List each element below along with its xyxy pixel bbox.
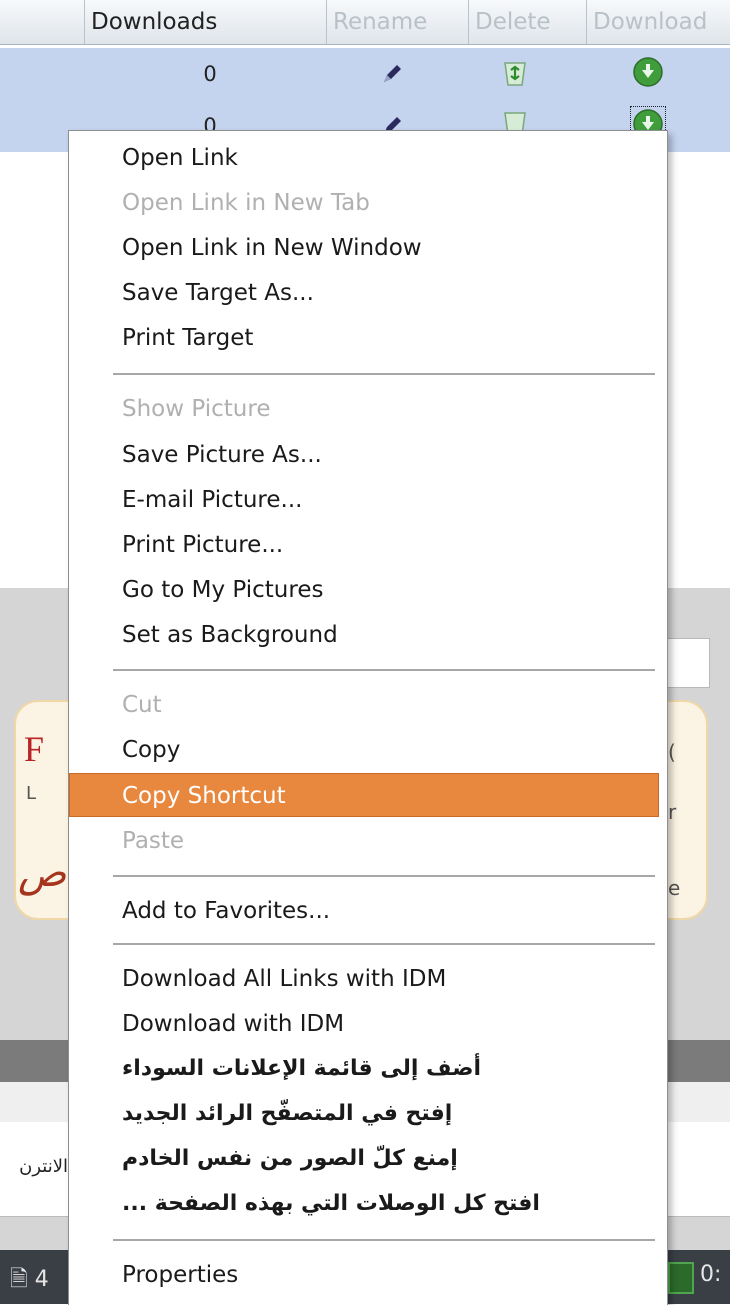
arabic-partial-label: الانترن bbox=[19, 1156, 68, 1177]
menu-item-open-link[interactable]: Open Link bbox=[70, 136, 664, 180]
menu-item-open-link-new-window[interactable]: Open Link in New Window bbox=[70, 226, 664, 270]
context-menu: Open Link Open Link in New Tab Open Link… bbox=[68, 130, 668, 1305]
menu-item-go-to-my-pictures[interactable]: Go to My Pictures bbox=[70, 568, 664, 612]
menu-item-properties[interactable]: Properties bbox=[70, 1253, 664, 1297]
menu-item-cut: Cut bbox=[122, 692, 162, 718]
menu-item-show-picture: Show Picture bbox=[122, 396, 271, 422]
pencil-icon[interactable] bbox=[380, 62, 404, 90]
menu-item-email-picture[interactable]: E-mail Picture... bbox=[70, 478, 664, 522]
menu-item-add-to-favorites[interactable]: Add to Favorites... bbox=[70, 889, 664, 933]
recycle-bin-icon[interactable] bbox=[500, 58, 530, 92]
downloads-table-header: Downloads Rename Delete Download bbox=[0, 0, 730, 45]
menu-item-add-to-ad-blacklist[interactable]: أضف إلى قائمة الإعلانات السوداء bbox=[70, 1047, 664, 1091]
menu-item-open-all-links-on-page[interactable]: ... افتح كل الوصلات التي بهذه الصفحة bbox=[70, 1182, 664, 1226]
menu-item-print-picture[interactable]: Print Picture... bbox=[70, 523, 664, 567]
menu-item-copy[interactable]: Copy bbox=[70, 728, 664, 772]
taskbar-clock: 0: bbox=[700, 1262, 722, 1287]
taskbar-item[interactable]: 🗎 4 bbox=[10, 1262, 49, 1300]
banner-side-text: e bbox=[668, 876, 681, 900]
menu-item-save-target-as[interactable]: Save Target As... bbox=[70, 271, 664, 315]
menu-item-paste: Paste bbox=[122, 828, 185, 854]
table-row[interactable]: 0 bbox=[0, 48, 730, 100]
menu-item-open-in-new-browser[interactable]: إفتح في المتصفّح الرائد الجديد bbox=[70, 1092, 664, 1136]
column-header-download[interactable]: Download bbox=[586, 0, 730, 44]
banner-letter: L bbox=[26, 783, 37, 804]
menu-separator bbox=[113, 669, 655, 672]
column-header-delete[interactable]: Delete bbox=[468, 0, 586, 44]
menu-item-open-link-new-tab: Open Link in New Tab bbox=[122, 190, 370, 216]
green-download-arrow-icon[interactable] bbox=[632, 56, 664, 92]
banner-side-text: r bbox=[668, 800, 677, 824]
menu-item-print-target[interactable]: Print Target bbox=[70, 316, 664, 360]
column-header-rename[interactable]: Rename bbox=[326, 0, 468, 44]
menu-separator bbox=[113, 943, 655, 946]
banner-logo-glyph: ص bbox=[18, 850, 67, 896]
banner-side-text: ( bbox=[668, 740, 676, 764]
menu-item-copy-shortcut[interactable]: Copy Shortcut bbox=[69, 773, 659, 817]
menu-separator bbox=[113, 1239, 655, 1242]
menu-item-set-as-background[interactable]: Set as Background bbox=[70, 613, 664, 657]
downloads-count: 0 bbox=[203, 62, 217, 86]
menu-separator bbox=[113, 373, 655, 376]
tray-icon[interactable] bbox=[668, 1262, 694, 1294]
menu-item-download-all-links-idm[interactable]: Download All Links with IDM bbox=[70, 957, 664, 1001]
column-header-downloads[interactable]: Downloads bbox=[84, 0, 326, 44]
taskbar-item-count: 4 bbox=[34, 1267, 49, 1292]
menu-item-download-with-idm[interactable]: Download with IDM bbox=[70, 1002, 664, 1046]
menu-item-save-picture-as[interactable]: Save Picture As... bbox=[70, 433, 664, 477]
banner-letter: F bbox=[24, 729, 45, 769]
menu-item-block-images-from-server[interactable]: إمنع كلّ الصور من نفس الخادم bbox=[70, 1137, 664, 1181]
menu-separator bbox=[113, 875, 655, 878]
document-icon: 🗎 bbox=[10, 1267, 28, 1292]
